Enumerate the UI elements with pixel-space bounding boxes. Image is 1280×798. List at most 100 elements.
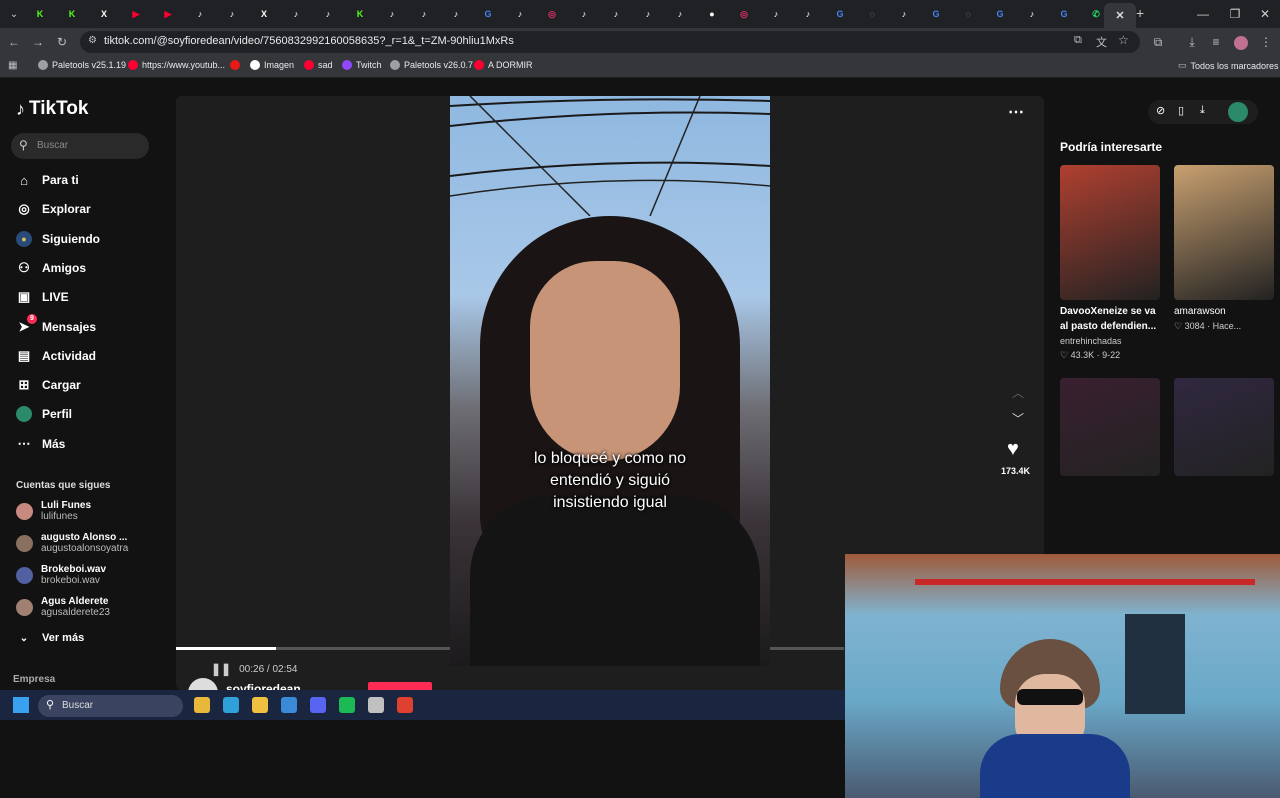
browser-tab[interactable]: ♪ xyxy=(280,5,312,23)
followed-account[interactable]: augusto Alonso ... augustoalonsoyatra xyxy=(16,530,128,556)
video-player[interactable]: lo bloqueé y como no entendió y siguió i… xyxy=(450,96,770,666)
browser-tab[interactable]: G xyxy=(920,5,952,23)
coin-icon[interactable]: ⊘ xyxy=(1156,104,1165,117)
close-tab-icon[interactable]: ✕ xyxy=(1115,9,1124,22)
browser-tab[interactable]: ♪ xyxy=(664,5,696,23)
browser-tab[interactable]: G xyxy=(472,5,504,23)
store-icon[interactable] xyxy=(281,697,297,713)
pause-icon[interactable]: ❚❚ xyxy=(211,662,231,676)
browser-tab[interactable]: ◎ xyxy=(536,5,568,23)
minimize-icon[interactable]: — xyxy=(1188,5,1218,23)
browser-tab[interactable]: ▶ xyxy=(120,5,152,23)
like-icon[interactable]: ♥ xyxy=(1007,438,1019,461)
nav-item-mensajes[interactable]: ➤ 9 Mensajes xyxy=(16,313,96,337)
next-video-icon[interactable]: ﹀ xyxy=(1012,410,1024,427)
spotify-icon[interactable] xyxy=(339,697,355,713)
bookmark-item[interactable]: sad xyxy=(304,60,333,70)
card-thumbnail[interactable] xyxy=(1060,378,1160,476)
profile-avatar[interactable] xyxy=(1234,36,1248,50)
browser-tab[interactable]: ▶ xyxy=(152,5,184,23)
browser-tab[interactable]: ♪ xyxy=(792,5,824,23)
nav-item-cargar[interactable]: ⊞ Cargar xyxy=(16,375,81,395)
nav-item-live[interactable]: ▣ LIVE xyxy=(16,287,69,307)
chrome-icon[interactable] xyxy=(397,697,413,713)
browser-tab[interactable]: ♪ xyxy=(600,5,632,23)
site-info-icon[interactable]: ⚙ xyxy=(88,35,97,46)
followed-account[interactable]: Brokeboi.wav brokeboi.wav xyxy=(16,562,106,588)
browser-tab[interactable]: ♪ xyxy=(184,5,216,23)
more-options-icon[interactable]: ⋯ xyxy=(1008,102,1024,122)
translate-icon[interactable]: 文 xyxy=(1096,34,1107,50)
nav-item-m-s[interactable]: ⋯ Más xyxy=(16,434,66,454)
nav-item-actividad[interactable]: ▤ Actividad xyxy=(16,346,96,366)
nav-item-para-ti[interactable]: ⌂ Para ti xyxy=(16,170,79,190)
browser-tab[interactable]: K xyxy=(344,5,376,23)
media-control-icon[interactable]: ≡ xyxy=(1206,32,1226,52)
browser-tab[interactable]: ◌ xyxy=(952,5,984,23)
bookmark-star-icon[interactable]: ☆ xyxy=(1118,33,1129,47)
card-thumbnail[interactable] xyxy=(1174,165,1274,300)
browser-tab[interactable]: ♪ xyxy=(376,5,408,23)
file-explorer-icon[interactable] xyxy=(194,697,210,713)
bookmark-item[interactable]: Twitch xyxy=(342,60,382,70)
browser-tab[interactable]: K xyxy=(56,5,88,23)
browser-tab[interactable]: ◎ xyxy=(728,5,760,23)
bookmark-item[interactable]: Paletools v25.1.19 xyxy=(38,60,126,70)
browser-tab[interactable]: ♪ xyxy=(888,5,920,23)
steam-icon[interactable] xyxy=(368,697,384,713)
nav-item-amigos[interactable]: ⚇ Amigos xyxy=(16,258,86,278)
windows-start-icon[interactable] xyxy=(13,697,29,713)
bookmark-item[interactable]: Imagen xyxy=(250,60,294,70)
apps-grid-icon[interactable]: ▦ xyxy=(8,60,17,71)
browser-tab[interactable]: ♪ xyxy=(440,5,472,23)
browser-tab[interactable]: G xyxy=(824,5,856,23)
install-app-icon[interactable]: ⧉ xyxy=(1074,34,1082,47)
bookmark-item[interactable] xyxy=(230,60,244,70)
browser-tab[interactable]: ♪ xyxy=(632,5,664,23)
browser-tab-active[interactable]: ✕ xyxy=(1104,3,1136,28)
nav-item-perfil[interactable]: ● Perfil xyxy=(16,404,72,424)
recommendation-card[interactable]: amarawson ♡ 3084 · Hace... xyxy=(1174,165,1274,333)
tiktok-logo[interactable]: ♪ TikTok xyxy=(16,98,88,120)
bookmark-item[interactable]: https://www.youtub... xyxy=(128,60,225,70)
browser-tab[interactable]: ♪ xyxy=(1016,5,1048,23)
browser-tab[interactable]: ♪ xyxy=(408,5,440,23)
close-window-icon[interactable]: ✕ xyxy=(1250,5,1280,23)
previous-video-icon[interactable]: ︿ xyxy=(1012,384,1024,401)
reload-icon[interactable]: ↻ xyxy=(52,32,72,52)
chrome-menu-icon[interactable]: ⋮ xyxy=(1256,32,1276,52)
url-text[interactable]: tiktok.com/@soyfioredean/video/756083299… xyxy=(104,35,514,47)
see-more-button[interactable]: ⌄ Ver más xyxy=(16,628,84,648)
bookmark-item[interactable]: Paletools v26.0.7 xyxy=(390,60,473,70)
recommendation-card[interactable] xyxy=(1174,378,1274,476)
restore-icon[interactable]: ❐ xyxy=(1220,5,1250,23)
browser-tab[interactable]: ♪ xyxy=(216,5,248,23)
taskbar-search-input[interactable]: ⚲ Buscar xyxy=(38,695,183,717)
browser-tab[interactable]: ◌ xyxy=(856,5,888,23)
followed-account[interactable]: Luli Funes lulifunes xyxy=(16,498,91,524)
browser-tab[interactable]: G xyxy=(1048,5,1080,23)
bookmark-item[interactable]: A DORMIR xyxy=(474,60,533,70)
followed-account[interactable]: Agus Alderete agusalderete23 xyxy=(16,594,110,620)
back-icon[interactable]: ← xyxy=(4,32,24,52)
download-icon[interactable]: ⤓ xyxy=(1200,104,1205,117)
browser-tab[interactable]: X xyxy=(248,5,280,23)
browser-tab[interactable]: X xyxy=(88,5,120,23)
device-icon[interactable]: ▯ xyxy=(1178,104,1184,117)
browser-tab[interactable]: ♪ xyxy=(568,5,600,23)
discord-icon[interactable] xyxy=(310,697,326,713)
browser-tab[interactable]: ♪ xyxy=(504,5,536,23)
card-thumbnail[interactable] xyxy=(1060,165,1160,300)
browser-tab[interactable]: G xyxy=(984,5,1016,23)
browser-tab[interactable]: ● xyxy=(696,5,728,23)
footer-company-link[interactable]: Empresa xyxy=(13,674,55,685)
edge-icon[interactable] xyxy=(223,697,239,713)
browser-tab[interactable]: ♪ xyxy=(312,5,344,23)
nav-item-siguiendo[interactable]: ● Siguiendo xyxy=(16,229,100,249)
recommendation-card[interactable] xyxy=(1060,378,1160,476)
user-avatar[interactable] xyxy=(1228,102,1248,122)
search-input[interactable]: ⚲ Buscar xyxy=(11,133,149,159)
browser-tab[interactable]: K xyxy=(24,5,56,23)
folder-icon[interactable] xyxy=(252,697,268,713)
address-bar[interactable]: ⚙ tiktok.com/@soyfioredean/video/7560832… xyxy=(80,31,1140,53)
